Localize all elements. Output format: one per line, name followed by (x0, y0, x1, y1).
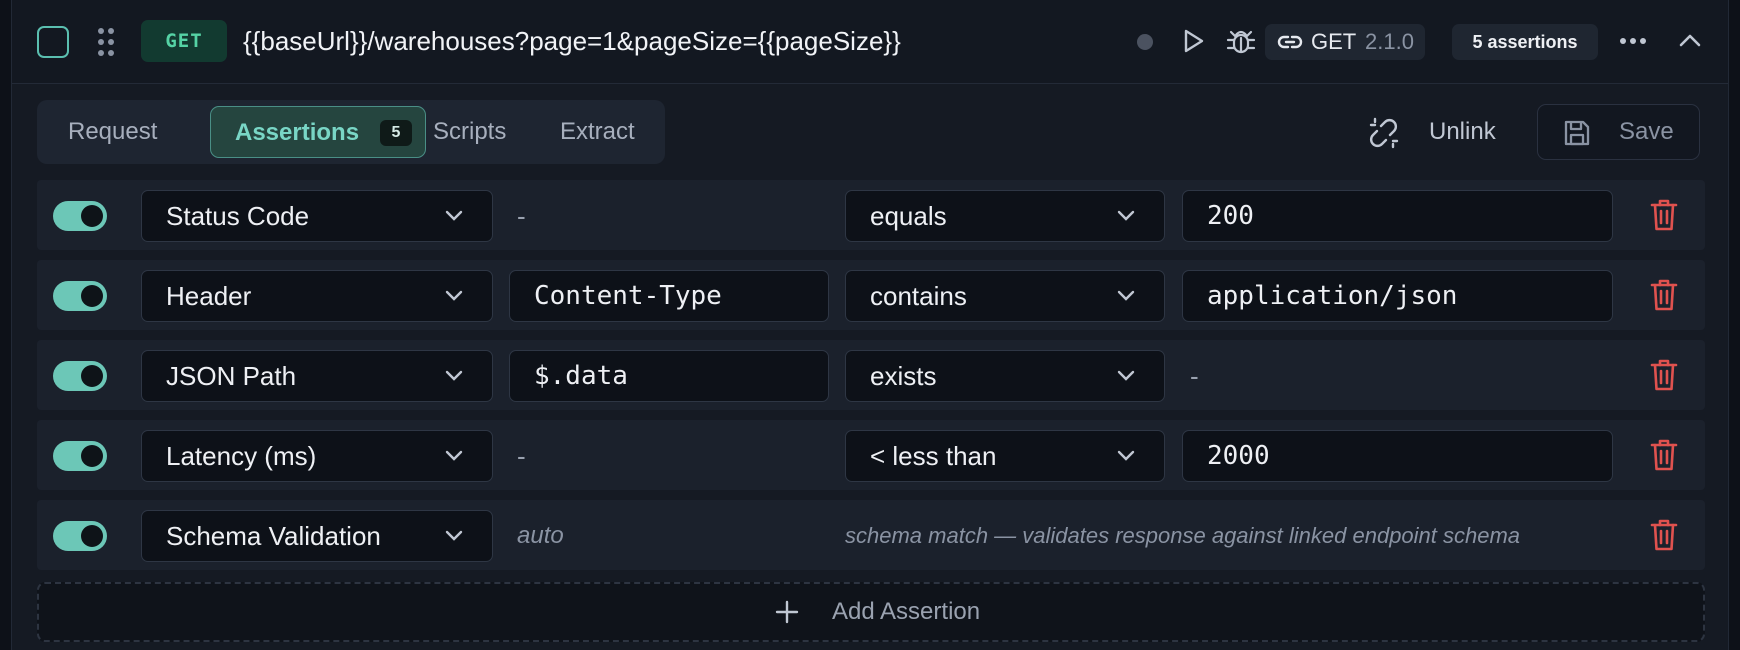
tab-assertions-badge: 5 (380, 120, 412, 146)
plus-icon (775, 600, 799, 624)
assertion-type-select[interactable]: Header (141, 270, 493, 322)
chevron-down-icon (1117, 450, 1135, 461)
delete-trash-icon[interactable] (1649, 358, 1679, 392)
assertion-enabled-toggle[interactable] (53, 521, 107, 551)
collapse-chevron-up-icon[interactable] (1673, 24, 1707, 58)
assertion-expected-input[interactable]: 2000 (1182, 430, 1613, 482)
chevron-down-icon (1117, 370, 1135, 381)
assertion-enabled-toggle[interactable] (53, 201, 107, 231)
chevron-down-icon (445, 450, 463, 461)
delete-trash-icon[interactable] (1649, 438, 1679, 472)
assertion-enabled-toggle[interactable] (53, 361, 107, 391)
method-badge: GET (141, 20, 227, 62)
chevron-down-icon (445, 530, 463, 541)
assertion-target-auto: auto (517, 522, 564, 549)
assertion-type-select[interactable]: Latency (ms) (141, 430, 493, 482)
assertion-count-badge: 5 assertions (1452, 24, 1598, 60)
request-header: GET {{baseUrl}}/warehouses?page=1&pageSi… (12, 0, 1728, 84)
assertion-row: JSON Path $.data exists - (37, 340, 1705, 410)
assertion-type-value: Status Code (166, 201, 310, 231)
assertion-operator-select[interactable]: contains (845, 270, 1165, 322)
linked-version-chip[interactable]: GET 2.1.0 (1265, 24, 1425, 60)
assertion-type-select[interactable]: JSON Path (141, 350, 493, 402)
assertion-target-input[interactable]: Content-Type (509, 270, 829, 322)
tab-extract[interactable]: Extract (560, 106, 635, 158)
select-checkbox[interactable] (37, 26, 69, 58)
request-card: GET {{baseUrl}}/warehouses?page=1&pageSi… (11, 0, 1729, 650)
assertion-type-value: JSON Path (166, 361, 297, 391)
save-button[interactable]: Save (1537, 104, 1700, 160)
run-icon[interactable] (1176, 24, 1210, 58)
assertion-type-select[interactable]: Schema Validation (141, 510, 493, 562)
tab-scripts[interactable]: Scripts (433, 106, 506, 158)
delete-trash-icon[interactable] (1649, 518, 1679, 552)
drag-handle-icon[interactable] (96, 26, 116, 58)
assertion-operator-value: equals (870, 201, 947, 231)
assertion-target-empty: - (517, 201, 526, 231)
tab-assertions-label: Assertions (235, 119, 360, 146)
status-dot (1137, 34, 1153, 50)
version-number: 2.1.0 (1365, 29, 1414, 54)
assertion-operator-select[interactable]: < less than (845, 430, 1165, 482)
assertion-operator-value: exists (870, 361, 937, 391)
assertion-row: Header Content-Type contains application… (37, 260, 1705, 330)
chevron-down-icon (1117, 290, 1135, 301)
chevron-down-icon (445, 290, 463, 301)
link-icon (1277, 35, 1303, 49)
request-url[interactable]: {{baseUrl}}/warehouses?page=1&pageSize={… (243, 20, 901, 62)
save-label: Save (1619, 118, 1674, 145)
assertion-target-empty: - (517, 441, 526, 471)
assertion-row: Status Code - equals 200 (37, 180, 1705, 250)
unlink-label: Unlink (1429, 118, 1496, 145)
assertion-type-select[interactable]: Status Code (141, 190, 493, 242)
tab-request[interactable]: Request (68, 106, 157, 158)
tab-assertions[interactable]: Assertions 5 (210, 106, 426, 158)
assertion-expected-empty: - (1190, 361, 1199, 391)
delete-trash-icon[interactable] (1649, 278, 1679, 312)
assertion-target-input[interactable]: $.data (509, 350, 829, 402)
save-disk-icon (1564, 120, 1590, 146)
chevron-down-icon (445, 210, 463, 221)
assertion-enabled-toggle[interactable] (53, 441, 107, 471)
delete-trash-icon[interactable] (1649, 198, 1679, 232)
add-assertion-button[interactable]: Add Assertion (37, 582, 1705, 642)
assertion-expected-input[interactable]: 200 (1182, 190, 1613, 242)
add-assertion-label: Add Assertion (832, 598, 981, 625)
schema-validation-description: schema match — validates response agains… (845, 523, 1521, 548)
broken-link-icon (1369, 117, 1399, 149)
editor-tabs: Request Assertions 5 Scripts Extract (37, 100, 665, 164)
more-options-icon[interactable] (1616, 24, 1650, 58)
debug-bug-icon[interactable] (1224, 24, 1258, 58)
assertion-row: Schema Validation auto schema match — va… (37, 500, 1705, 570)
chevron-down-icon (1117, 210, 1135, 221)
assertion-operator-value: contains (870, 281, 967, 311)
assertion-operator-select[interactable]: exists (845, 350, 1165, 402)
assertion-operator-value: < less than (870, 441, 997, 471)
assertion-enabled-toggle[interactable] (53, 281, 107, 311)
chevron-down-icon (445, 370, 463, 381)
assertion-expected-input[interactable]: application/json (1182, 270, 1613, 322)
version-method: GET (1311, 29, 1357, 54)
assertion-type-value: Schema Validation (166, 521, 381, 551)
assertion-type-value: Latency (ms) (166, 441, 317, 471)
assertion-operator-select[interactable]: equals (845, 190, 1165, 242)
assertion-type-value: Header (166, 281, 252, 311)
assertion-row: Latency (ms) - < less than 2000 (37, 420, 1705, 490)
